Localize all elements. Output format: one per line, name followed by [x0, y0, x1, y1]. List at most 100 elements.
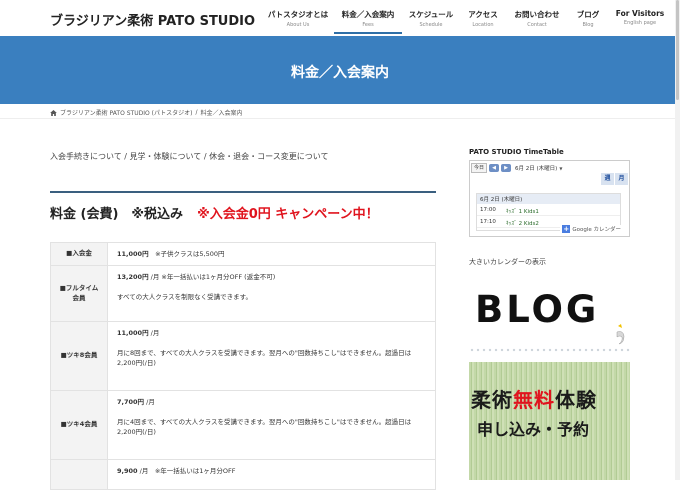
fee-desc: 月に4回まで、すべての大人クラスを受講できます。翌月への"回数持ちこし"はできま…: [117, 418, 412, 437]
scrollbar-thumb[interactable]: [676, 0, 679, 100]
page-title: 料金／入会案内: [291, 65, 389, 81]
link-admission[interactable]: 入会手続きについて: [50, 152, 122, 161]
nav-sublabel: About Us: [286, 22, 310, 28]
blog-banner[interactable]: BLOG: [469, 280, 630, 362]
bird-icon: [616, 324, 625, 345]
event-name: ｷｯｽﾞ 2 Kids2: [505, 221, 539, 227]
section-title: 料金 (会費) ※税込み ※入会金0円 キャンペーン中！: [50, 203, 379, 222]
event-time: 17:10: [480, 219, 496, 225]
link-trial[interactable]: 見学・体験について: [130, 152, 202, 161]
fee-name: [50, 459, 108, 490]
fee-note: /月: [144, 398, 155, 407]
plus-icon: +: [562, 225, 571, 233]
calendar-event[interactable]: 17:00 ｷｯｽﾞ 1 Kids1: [477, 204, 620, 216]
nav-label: 料金／入会案内: [341, 10, 395, 19]
site-logo[interactable]: ブラジリアン柔術 PATO STUDIO: [50, 10, 255, 29]
blog-banner-text: BLOG: [475, 288, 600, 331]
sublink-separator: /: [121, 152, 130, 161]
fee-value: 11,000円 /月月に8回まで、すべての大人クラスを受講できます。翌月への"回…: [107, 321, 436, 392]
fee-name: ■フルタイム会員: [50, 265, 108, 323]
tab-month[interactable]: 月: [615, 173, 628, 185]
nav-sublabel: Contact: [527, 22, 547, 28]
sub-links: 入会手続きについて / 見学・体験について / 休会・退会・コース変更について: [50, 151, 328, 162]
fee-value: 11,000円 ※子供クラスは5,500円: [107, 241, 436, 267]
nav-label: パトスタジオとは: [267, 10, 329, 19]
nav-sublabel: Blog: [582, 22, 594, 28]
nav-visitors[interactable]: For Visitors English page: [608, 6, 672, 34]
fee-price: 13,200円: [117, 273, 149, 282]
big-calendar-link[interactable]: 大きいカレンダーの表示: [469, 257, 630, 267]
calendar-widget: 今日 ◀ ▶ 6月 2日 (木曜日) ▼ 週 月 6月 2日 (木曜日) 17:…: [469, 160, 630, 237]
fee-note: ※子供クラスは5,500円: [148, 250, 225, 258]
event-time: 17:00: [480, 207, 496, 213]
calendar-title: PATO STUDIO TimeTable: [469, 148, 564, 156]
fee-note: /月 ※年一括払いは1ヶ月分OFF (返金不可): [148, 273, 276, 282]
nav-access[interactable]: アクセス Location: [460, 6, 506, 34]
nav-blog[interactable]: ブログ Blog: [568, 6, 608, 34]
home-icon: [50, 109, 57, 116]
nav-label: ブログ: [576, 10, 600, 19]
fee-price: 11,000円: [117, 250, 149, 258]
nav-fees[interactable]: 料金／入会案内 Fees: [334, 6, 402, 34]
site-header: ブラジリアン柔術 PATO STUDIO パトスタジオとは About Us 料…: [0, 0, 680, 36]
prev-arrow-icon[interactable]: ◀: [489, 164, 500, 172]
nav-label: スケジュール: [408, 10, 454, 19]
fee-desc: すべての大人クラスを制限なく受講できます。: [117, 293, 253, 302]
nav-contact[interactable]: お問い合わせ Contact: [506, 6, 568, 34]
fee-name: ■ツキ4会員: [50, 390, 108, 461]
sublink-separator: /: [201, 152, 210, 161]
fee-value: 7,700円 /月月に4回まで、すべての大人クラスを受講できます。翌月への"回数…: [107, 390, 436, 461]
nav-sublabel: Fees: [362, 22, 374, 28]
trial-heading: 柔術無料体験: [471, 384, 597, 413]
calendar-tabs: 週 月: [601, 173, 628, 185]
nav-sublabel: Location: [472, 22, 494, 28]
fee-value: 9,900 /月 ※年一括払いは1ヶ月分OFF: [107, 459, 436, 490]
fee-name: ■入会金: [50, 241, 108, 267]
trial-subheading: 申し込み・予約: [477, 420, 590, 439]
fee-value: 13,200円 /月 ※年一括払いは1ヶ月分OFF (返金不可) すべての大人クラ…: [107, 265, 436, 323]
breadcrumb-current: 料金／入会案内: [200, 110, 243, 117]
next-arrow-icon[interactable]: ▶: [501, 164, 512, 172]
section-title-text: 料金 (会費) ※税込み: [50, 207, 184, 222]
fee-desc: 月に8回まで、すべての大人クラスを受講できます。翌月への"回数持ちこし"はできま…: [117, 349, 412, 368]
page-banner: 料金／入会案内: [0, 36, 680, 104]
chevron-down-icon[interactable]: ▼: [559, 166, 562, 171]
nav-about[interactable]: パトスタジオとは About Us: [262, 6, 334, 34]
trial-heading-c: 体験: [555, 388, 597, 412]
google-calendar-label: Google カレンダー: [572, 227, 621, 233]
fee-name: ■ツキ8会員: [50, 321, 108, 392]
calendar-date: 6月 2日 (木曜日): [515, 166, 558, 172]
fee-price: 7,700円: [117, 398, 145, 407]
fee-price: 11,000円: [117, 329, 149, 338]
day-header: 6月 2日 (木曜日): [477, 194, 620, 204]
google-calendar-badge[interactable]: + Google カレンダー: [560, 225, 623, 233]
dotted-divider: [469, 348, 630, 352]
breadcrumb-home[interactable]: ブラジリアン柔術 PATO STUDIO (パトスタジオ): [60, 108, 192, 117]
fee-price: 9,900: [117, 467, 138, 476]
nav-sublabel: English page: [623, 20, 657, 26]
main-nav: パトスタジオとは About Us 料金／入会案内 Fees スケジュール Sc…: [262, 6, 672, 34]
nav-schedule[interactable]: スケジュール Schedule: [402, 6, 460, 34]
breadcrumb: ブラジリアン柔術 PATO STUDIO (パトスタジオ) / 料金／入会案内: [50, 108, 243, 117]
today-button[interactable]: 今日: [471, 163, 488, 173]
link-leave[interactable]: 休会・退会・コース変更について: [209, 152, 328, 161]
fee-note: /月: [148, 329, 160, 338]
table-row: 9,900 /月 ※年一括払いは1ヶ月分OFF: [50, 459, 436, 490]
fee-note: /月 ※年一括払いは1ヶ月分OFF: [137, 467, 236, 476]
nav-label: アクセス: [468, 10, 498, 19]
trial-heading-free: 無料: [513, 388, 555, 412]
free-trial-banner[interactable]: 柔術無料体験 申し込み・予約: [469, 362, 630, 480]
sidebar: PATO STUDIO TimeTable 今日 ◀ ▶ 6月 2日 (木曜日)…: [469, 148, 630, 480]
page-scrollbar[interactable]: [675, 0, 680, 480]
table-row: ■フルタイム会員 13,200円 /月 ※年一括払いは1ヶ月分OFF (返金不可…: [50, 265, 436, 323]
fee-table: ■入会金 11,000円 ※子供クラスは5,500円 ■フルタイム会員 13,2…: [50, 241, 436, 490]
table-row: ■ツキ4会員 7,700円 /月月に4回まで、すべての大人クラスを受講できます。…: [50, 390, 436, 461]
event-name: ｷｯｽﾞ 1 Kids1: [505, 209, 539, 215]
table-row: ■入会金 11,000円 ※子供クラスは5,500円: [50, 241, 436, 267]
breadcrumb-separator: /: [195, 109, 198, 116]
divider: [0, 118, 680, 119]
campaign-text: ※入会金0円 キャンペーン中！: [197, 207, 379, 222]
tab-week[interactable]: 週: [601, 173, 614, 185]
trial-heading-a: 柔術: [471, 388, 513, 412]
nav-sublabel: Schedule: [419, 22, 443, 28]
